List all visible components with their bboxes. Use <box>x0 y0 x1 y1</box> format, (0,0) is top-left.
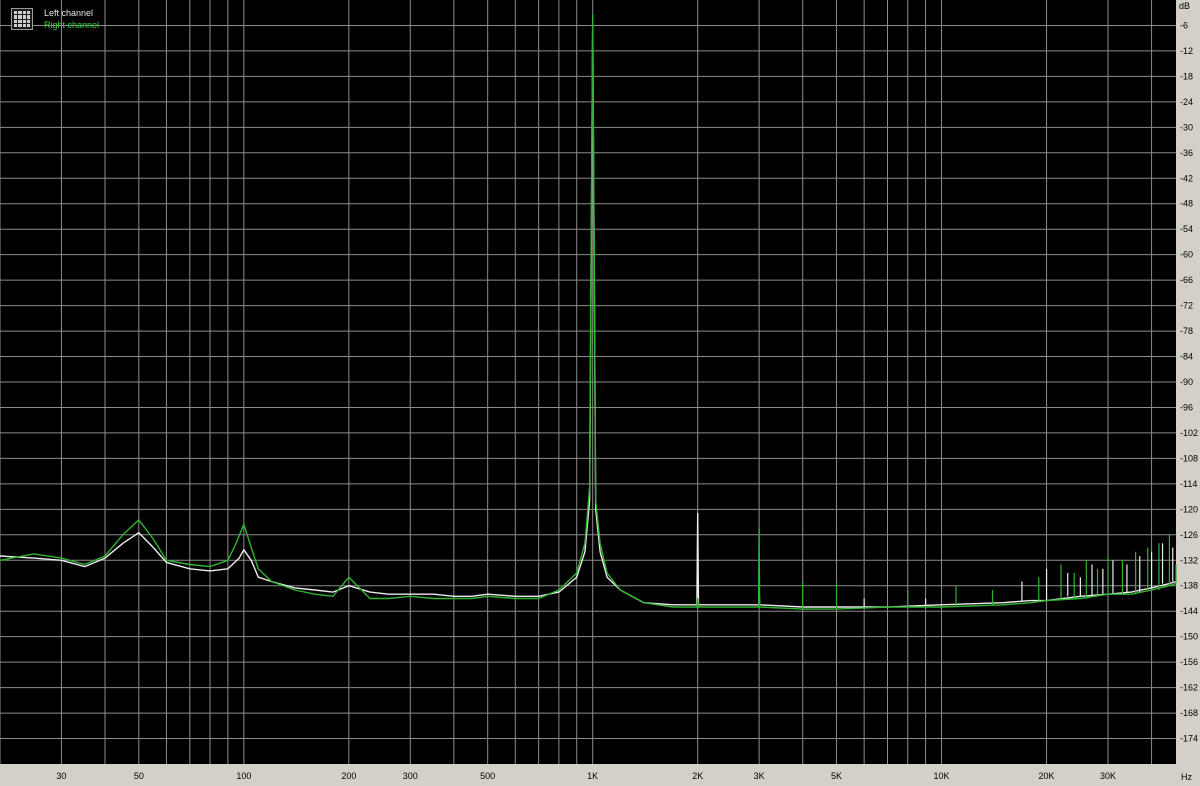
y-tick-label: -42 <box>1180 173 1193 183</box>
y-tick-label: -132 <box>1180 555 1198 565</box>
x-tick-label: 300 <box>403 771 418 781</box>
x-tick-label: 10K <box>934 771 950 781</box>
x-tick-label: 50 <box>134 771 144 781</box>
y-tick-label: -54 <box>1180 224 1193 234</box>
y-tick-label: -102 <box>1180 428 1198 438</box>
y-tick-label: -108 <box>1180 453 1198 463</box>
x-tick-label: 500 <box>480 771 495 781</box>
x-tick-label: 200 <box>341 771 356 781</box>
y-tick-label: -138 <box>1180 581 1198 591</box>
y-tick-label: -6 <box>1180 20 1188 30</box>
x-tick-label: 20K <box>1039 771 1055 781</box>
legend-right-channel: Right channel <box>44 20 100 30</box>
y-tick-label: -36 <box>1180 148 1193 158</box>
y-tick-label: -78 <box>1180 326 1193 336</box>
x-tick-label: 1K <box>587 771 598 781</box>
y-tick-label: -162 <box>1180 683 1198 693</box>
x-tick-label: 30K <box>1100 771 1116 781</box>
x-tick-label: 2K <box>692 771 703 781</box>
x-tick-label: 30 <box>56 771 66 781</box>
y-tick-label: -60 <box>1180 250 1193 260</box>
y-tick-label: -156 <box>1180 657 1198 667</box>
y-tick-label: -126 <box>1180 530 1198 540</box>
y-tick-label: -150 <box>1180 632 1198 642</box>
y-tick-label: -144 <box>1180 606 1198 616</box>
y-tick-label: -174 <box>1180 734 1198 744</box>
x-tick-label: 3K <box>754 771 765 781</box>
y-tick-label: -66 <box>1180 275 1193 285</box>
x-tick-label: 100 <box>236 771 251 781</box>
y-tick-label: -168 <box>1180 708 1198 718</box>
legend-grid-icon[interactable] <box>11 8 33 30</box>
x-axis-label: Hz <box>1181 772 1192 782</box>
y-axis-label: dB <box>1179 1 1190 11</box>
spectrum-chart: -6 -12 -18 -24 -30 -36 -42 -48 -54 -60 -66 -72 -78 -8… <box>0 0 1200 786</box>
y-tick-label: -84 <box>1180 352 1193 362</box>
spectrum-analyzer-window: -6 -12 -18 -24 -30 -36 -42 -48 -54 -60 -66 -72 -78 -8… <box>0 0 1200 786</box>
y-tick-label: -90 <box>1180 377 1193 387</box>
y-tick-label: -120 <box>1180 504 1198 514</box>
legend-left-channel: Left channel <box>44 8 94 18</box>
y-tick-label: -18 <box>1180 71 1193 81</box>
x-tick-label: 5K <box>831 771 842 781</box>
y-tick-label: -48 <box>1180 199 1193 209</box>
y-tick-label: -30 <box>1180 122 1193 132</box>
y-tick-label: -12 <box>1180 46 1193 56</box>
y-tick-label: -24 <box>1180 97 1193 107</box>
y-tick-label: -114 <box>1180 479 1197 489</box>
legend: Left channel Right channel <box>10 6 130 36</box>
y-tick-label: -72 <box>1180 301 1193 311</box>
y-tick-label: -96 <box>1180 402 1193 412</box>
